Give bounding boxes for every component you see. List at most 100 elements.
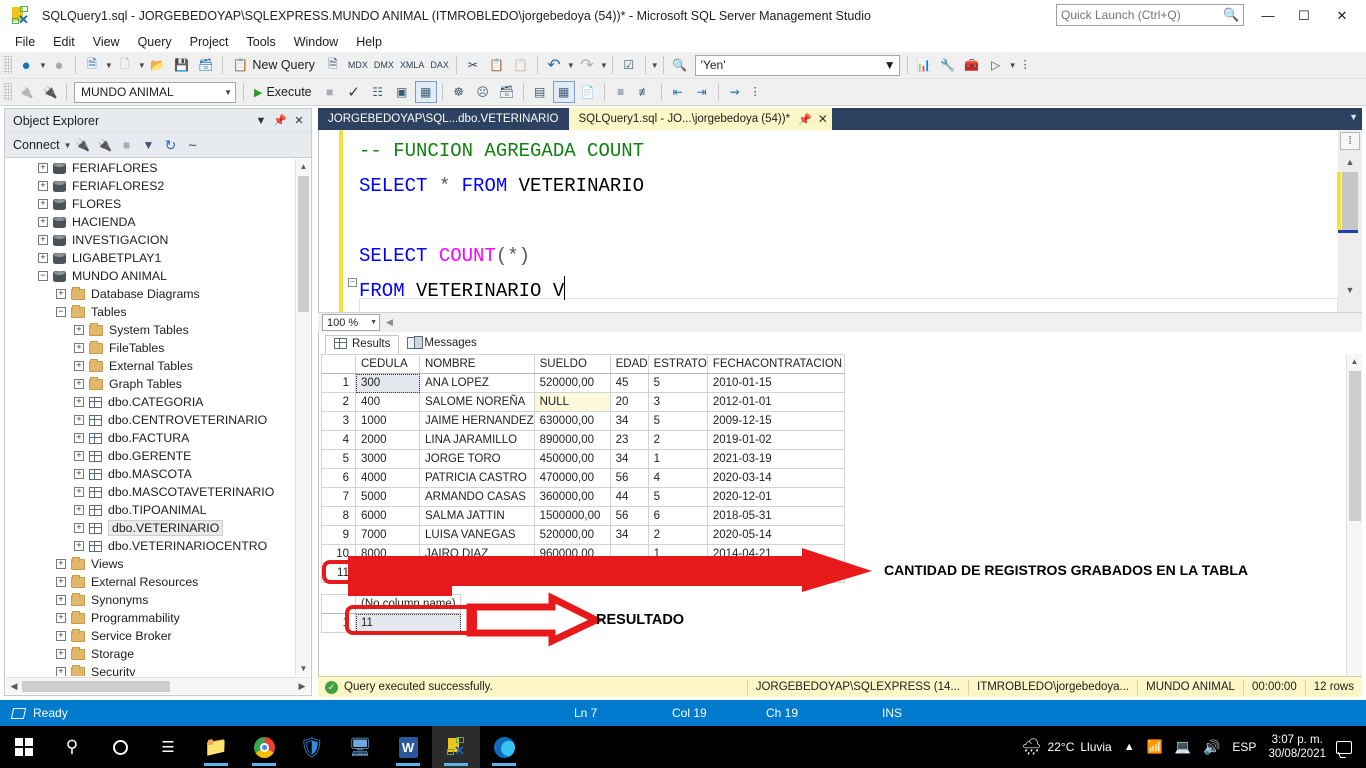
tree-node[interactable]: − MUNDO ANIMAL bbox=[6, 267, 295, 285]
grid-cell[interactable]: 360000,00 bbox=[534, 487, 611, 507]
network-icon[interactable]: 💻 bbox=[1175, 739, 1191, 755]
expand-icon[interactable]: + bbox=[56, 595, 66, 605]
grid-cell[interactable]: 2020-12-01 bbox=[707, 487, 845, 507]
expand-icon[interactable]: + bbox=[74, 541, 84, 551]
table-row[interactable]: 8 6000 SALMA JATTIN 1500000,00 56 6 2018-05-31 bbox=[321, 506, 845, 526]
menu-help[interactable]: Help bbox=[347, 33, 391, 51]
editor-scroll-thumb[interactable] bbox=[1342, 172, 1358, 230]
connect-button[interactable]: Connect ▼ bbox=[13, 138, 71, 152]
expand-icon[interactable]: + bbox=[56, 613, 66, 623]
expand-icon[interactable]: + bbox=[74, 505, 84, 515]
open-file-icon[interactable]: 📂 bbox=[147, 54, 169, 76]
row-number[interactable]: 4 bbox=[321, 430, 356, 450]
show-diagram-pane-icon[interactable]: ☑ bbox=[618, 54, 640, 76]
grid-cell[interactable]: 6000 bbox=[355, 506, 420, 526]
grid-cell[interactable]: 2019-01-02 bbox=[707, 430, 845, 450]
tree-node[interactable]: + dbo.FACTURA bbox=[6, 429, 295, 447]
new-mdx-query-icon[interactable]: MDX bbox=[346, 54, 370, 76]
grid-cell[interactable]: 300 bbox=[355, 373, 420, 393]
taskbar-search-button[interactable]: ⚲ bbox=[48, 726, 96, 768]
hscroll-thumb[interactable] bbox=[22, 680, 170, 692]
new-project-chevron-down-icon[interactable]: ▼ bbox=[138, 61, 146, 70]
new-dmx-query-icon[interactable]: DMX bbox=[372, 54, 396, 76]
grid-cell[interactable]: 34 bbox=[610, 411, 649, 431]
tree-node[interactable]: + HACIENDA bbox=[6, 213, 295, 231]
hscroll-track[interactable] bbox=[22, 680, 294, 692]
command-chevron-down-icon[interactable]: ▼ bbox=[1009, 61, 1017, 70]
grid-cell[interactable] bbox=[610, 544, 649, 564]
grid-cell[interactable]: 34 bbox=[610, 449, 649, 469]
expand-icon[interactable]: + bbox=[56, 649, 66, 659]
command-prompt-icon[interactable]: ▷ bbox=[985, 54, 1007, 76]
row-number[interactable]: 1 bbox=[321, 373, 356, 393]
grid-cell[interactable]: 470000,00 bbox=[534, 468, 611, 488]
tree-node[interactable]: + Views bbox=[6, 555, 295, 573]
column-header[interactable]: CEDULA bbox=[355, 354, 420, 374]
editor-scroll-up-icon[interactable]: ▲ bbox=[1340, 154, 1360, 170]
include-actual-plan-icon[interactable]: ▦ bbox=[414, 81, 437, 103]
column-header[interactable]: ESTRATO bbox=[648, 354, 708, 374]
grid-cell[interactable]: ANA LOPEZ bbox=[419, 373, 535, 393]
grid-cell[interactable]: 6 bbox=[648, 506, 708, 526]
grid-cell[interactable]: PATRICIA CASTRO bbox=[419, 468, 535, 488]
maximize-button[interactable]: ☐ bbox=[1286, 0, 1322, 31]
sql-editor[interactable]: − -- FUNCION AGREGADA COUNT SELECT * FRO… bbox=[318, 130, 1362, 334]
row-number[interactable]: 9 bbox=[321, 525, 356, 545]
row-number[interactable]: 6 bbox=[321, 468, 356, 488]
grid-cell[interactable]: 1 bbox=[648, 544, 708, 564]
grid-cell[interactable]: LEONARDO ZEA bbox=[419, 563, 535, 583]
grid-cell[interactable]: 360000,00 bbox=[534, 563, 611, 583]
display-estimated-plan-icon[interactable]: ☷ bbox=[367, 81, 389, 103]
uncomment-lines-icon[interactable]: ≢ bbox=[634, 81, 656, 103]
expand-icon[interactable]: + bbox=[74, 361, 84, 371]
tree-node[interactable]: + Database Diagrams bbox=[6, 285, 295, 303]
expand-icon[interactable]: + bbox=[56, 289, 66, 299]
expand-icon[interactable]: + bbox=[38, 181, 48, 191]
close-icon[interactable]: ✕ bbox=[818, 112, 828, 126]
quick-launch-box[interactable]: 🔍 bbox=[1056, 4, 1244, 26]
grid-cell[interactable]: 8000 bbox=[355, 544, 420, 564]
grid-cell[interactable]: 20 bbox=[610, 392, 649, 412]
grid-cell[interactable]: 2020-05-14 bbox=[707, 525, 845, 545]
tree-node[interactable]: + dbo.CATEGORIA bbox=[6, 393, 295, 411]
tree-node[interactable]: + dbo.TIPOANIMAL bbox=[6, 501, 295, 519]
grid-cell[interactable]: 7000 bbox=[355, 525, 420, 545]
expand-icon[interactable]: + bbox=[38, 253, 48, 263]
grid-cell[interactable]: 2020-03-14 bbox=[707, 468, 845, 488]
grid-cell[interactable]: 2 bbox=[648, 430, 708, 450]
sql-toolbar-grip[interactable] bbox=[3, 83, 12, 101]
expand-icon[interactable]: + bbox=[74, 487, 84, 497]
find-combo[interactable]: 'Yen' ▼ bbox=[694, 54, 900, 76]
ssms-button[interactable]: ✕ bbox=[432, 726, 480, 768]
pin-icon[interactable]: 📌 bbox=[272, 114, 288, 127]
close-button[interactable]: ✕ bbox=[1324, 0, 1360, 31]
collapse-region-icon[interactable]: − bbox=[348, 278, 357, 287]
cortana-button[interactable] bbox=[96, 726, 144, 768]
connect-plug-icon[interactable]: 🔌 bbox=[15, 81, 37, 103]
tab-veterinario-designer[interactable]: JORGEBEDOYAP\SQL...dbo.VETERINARIO bbox=[318, 108, 569, 130]
column-header[interactable]: SUELDO bbox=[534, 354, 611, 374]
table-row[interactable]: 11 9000 LEONARDO ZEA 360000,00 23 3 2010-01-01 bbox=[321, 563, 845, 583]
tree-node[interactable]: + dbo.MASCOTAVETERINARIO bbox=[6, 483, 295, 501]
toolbar-overflow-chevron-down-icon[interactable]: ▼ bbox=[651, 61, 659, 70]
results-scroll-up-icon[interactable]: ▲ bbox=[1347, 354, 1362, 369]
menu-tools[interactable]: Tools bbox=[238, 33, 285, 51]
expand-icon[interactable]: + bbox=[74, 451, 84, 461]
expand-icon[interactable]: + bbox=[74, 379, 84, 389]
tree-node[interactable]: + System Tables bbox=[6, 321, 295, 339]
expand-icon[interactable]: + bbox=[56, 631, 66, 641]
grid-cell[interactable]: 3 bbox=[648, 392, 708, 412]
tree-node[interactable]: + LIGABETPLAY1 bbox=[6, 249, 295, 267]
grid-cell[interactable]: JORGE TORO bbox=[419, 449, 535, 469]
row-number[interactable]: 3 bbox=[321, 411, 356, 431]
tree-node[interactable]: + External Tables bbox=[6, 357, 295, 375]
column-header[interactable]: EDAD bbox=[610, 354, 649, 374]
editor-scroll-down-icon[interactable]: ▼ bbox=[1340, 282, 1360, 298]
grid-cell[interactable]: 4 bbox=[648, 468, 708, 488]
tree-node[interactable]: + Service Broker bbox=[6, 627, 295, 645]
results-to-grid-icon[interactable]: ▦ bbox=[552, 81, 575, 103]
row-number[interactable]: 5 bbox=[321, 449, 356, 469]
grid-cell[interactable]: 23 bbox=[610, 563, 649, 583]
minimize-button[interactable]: — bbox=[1250, 0, 1286, 31]
menu-window[interactable]: Window bbox=[285, 33, 347, 51]
